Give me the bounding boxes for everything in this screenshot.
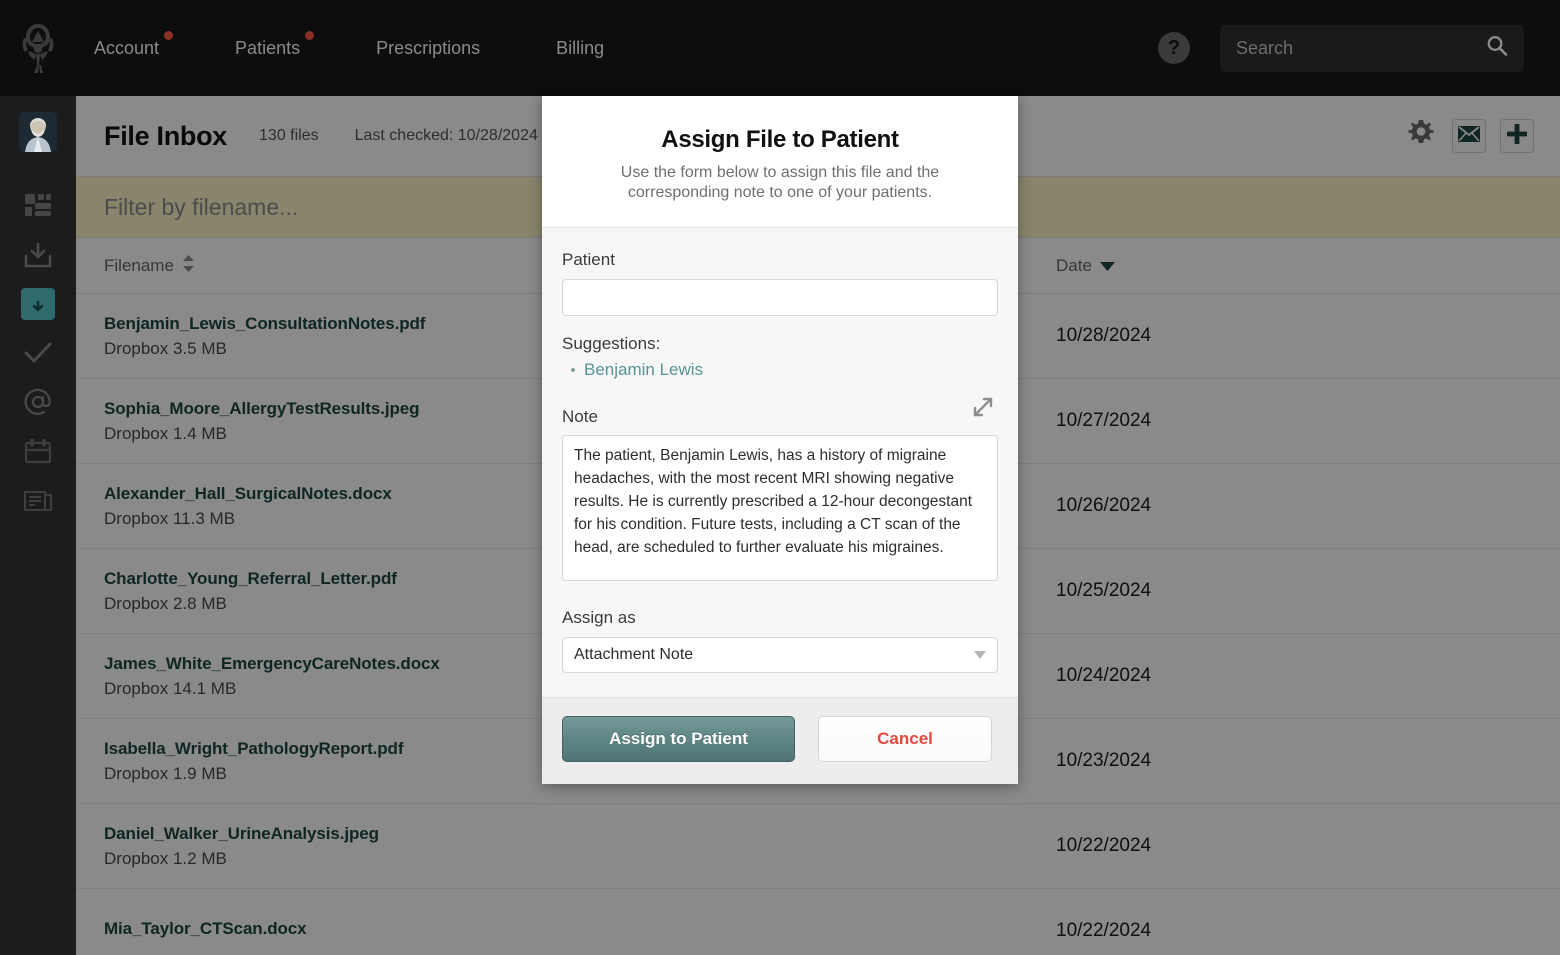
sidebar-item-reports[interactable] [14, 476, 62, 524]
avatar[interactable] [19, 112, 57, 152]
assign-as-label: Assign as [562, 608, 636, 627]
assign-to-patient-button[interactable]: Assign to Patient [562, 716, 795, 762]
sidebar-item-mentions[interactable] [14, 378, 62, 426]
sidebar-item-dashboard[interactable] [14, 182, 62, 230]
nav-link-account[interactable]: Account [94, 30, 174, 65]
note-textarea[interactable] [562, 435, 998, 581]
nav-link-billing[interactable]: Billing [556, 32, 604, 65]
suggestions-label: Suggestions: [562, 334, 661, 353]
modal-subtitle: Use the form below to assign this file a… [620, 164, 940, 201]
nav-right-group: ? [1158, 24, 1560, 72]
at-mention-icon [21, 386, 55, 418]
list-item[interactable]: Benjamin Lewis [562, 360, 998, 380]
brand-logo-icon[interactable] [0, 0, 76, 96]
search-box[interactable] [1220, 24, 1524, 72]
assign-as-group: Assign as Attachment Note [562, 608, 998, 673]
app-root: Account Patients Prescriptions Billing ? [0, 0, 1560, 955]
check-icon [21, 337, 55, 369]
assign-as-value: Attachment Note [574, 646, 694, 663]
sidebar-item-file-inbox[interactable] [14, 280, 62, 328]
expand-diagonal-icon[interactable] [968, 392, 998, 427]
sidebar-item-tasks[interactable] [14, 329, 62, 377]
modal-footer: Assign to Patient Cancel [542, 698, 1018, 784]
left-sidebar [0, 96, 76, 955]
nav-links: Account Patients Prescriptions Billing [94, 30, 680, 65]
modal-header: Assign File to Patient Use the form belo… [542, 96, 1018, 228]
download-inbox-icon [21, 239, 55, 271]
sidebar-item-calendar[interactable] [14, 427, 62, 475]
help-icon[interactable]: ? [1158, 32, 1190, 64]
note-label: Note [562, 407, 598, 426]
chevron-down-icon [974, 651, 986, 659]
folder-download-icon [21, 288, 55, 320]
suggestions-list: Benjamin Lewis [562, 360, 998, 380]
search-input[interactable] [1220, 24, 1524, 72]
nav-link-prescriptions[interactable]: Prescriptions [376, 32, 480, 65]
note-header: Note [562, 392, 998, 427]
patient-input[interactable] [562, 279, 998, 316]
nav-link-patients[interactable]: Patients [235, 30, 315, 65]
modal-title: Assign File to Patient [661, 126, 899, 153]
patient-label: Patient [562, 250, 615, 269]
bullet-icon [571, 368, 575, 372]
dashboard-grid-icon [21, 190, 55, 222]
calendar-icon [21, 435, 55, 467]
sidebar-item-downloads[interactable] [14, 231, 62, 279]
suggestion-link[interactable]: Benjamin Lewis [584, 360, 703, 380]
reports-icon [21, 484, 55, 516]
assign-as-select[interactable]: Attachment Note [562, 637, 998, 673]
modal-body: Patient Suggestions: Benjamin Lewis Note [542, 228, 1018, 698]
assign-file-modal: Assign File to Patient Use the form belo… [542, 96, 1018, 784]
top-navigation-bar: Account Patients Prescriptions Billing ? [0, 0, 1560, 96]
cancel-button[interactable]: Cancel [818, 716, 992, 762]
